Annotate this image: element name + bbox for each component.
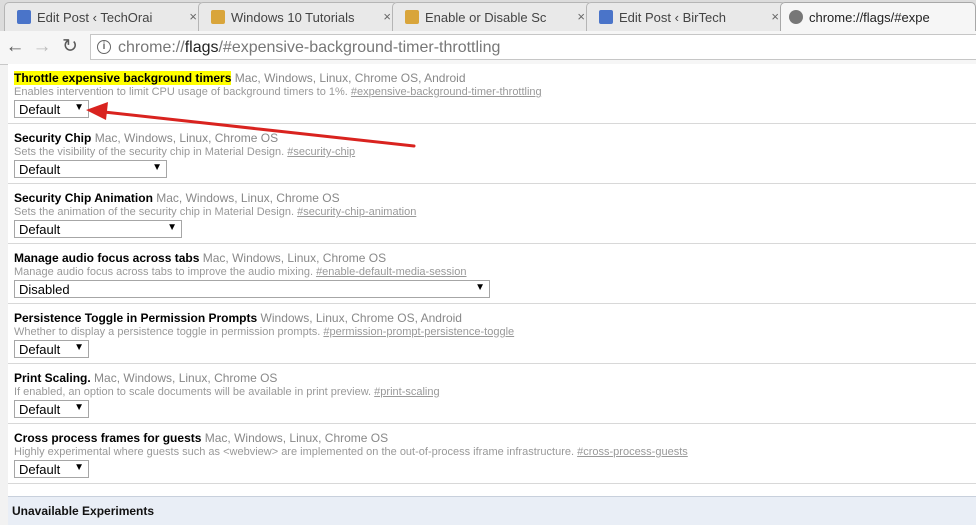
back-arrow-icon[interactable]: ← bbox=[3, 35, 27, 59]
experiment-platforms: Windows, Linux, Chrome OS, Android bbox=[260, 311, 462, 325]
experiment-description: Manage audio focus across tabs to improv… bbox=[14, 266, 313, 278]
select-value: Default bbox=[19, 162, 61, 177]
experiment-permalink[interactable]: #permission-prompt-persistence-toggle bbox=[323, 326, 514, 338]
chevron-down-icon: ▼ bbox=[74, 402, 84, 413]
experiment-name: Throttle expensive background timers bbox=[14, 71, 232, 85]
experiment-permalink[interactable]: #security-chip bbox=[287, 146, 355, 158]
experiment-item: Print Scaling. Mac, Windows, Linux, Chro… bbox=[8, 364, 976, 424]
address-bar[interactable]: i chrome://flags/#expensive-background-t… bbox=[90, 34, 976, 60]
tab-strip: Edit Post ‹ TechOrai × Windows 10 Tutori… bbox=[0, 0, 976, 31]
experiment-name: Cross process frames for guests bbox=[14, 431, 202, 445]
experiment-item: Cross process frames for guests Mac, Win… bbox=[8, 424, 976, 484]
browser-toolbar: ← → ↻ i chrome://flags/#expensive-backgr… bbox=[0, 31, 976, 65]
url-scheme: chrome:// bbox=[118, 39, 185, 56]
favicon-icon bbox=[17, 10, 31, 24]
experiment-description: Enables intervention to limit CPU usage … bbox=[14, 86, 348, 98]
chevron-down-icon: ▼ bbox=[74, 102, 84, 113]
experiment-select[interactable]: Default ▼ bbox=[14, 160, 167, 178]
flags-favicon-icon bbox=[789, 10, 803, 24]
url-path: /#expensive-background-timer-throttling bbox=[218, 39, 501, 56]
tab-title: Windows 10 Tutorials bbox=[231, 10, 355, 25]
tab-title: chrome://flags/#expe bbox=[809, 10, 930, 25]
experiment-description: Whether to display a persistence toggle … bbox=[14, 326, 321, 338]
url-text: chrome://flags/#expensive-background-tim… bbox=[118, 39, 500, 57]
unavailable-experiments-header: Unavailable Experiments bbox=[8, 496, 976, 525]
favicon-icon bbox=[405, 10, 419, 24]
experiment-select[interactable]: Disabled ▼ bbox=[14, 280, 490, 298]
browser-tab[interactable]: Windows 10 Tutorials × bbox=[198, 2, 398, 31]
chevron-down-icon: ▼ bbox=[152, 162, 162, 173]
select-value: Default bbox=[19, 402, 61, 417]
experiment-select[interactable]: Default ▼ bbox=[14, 340, 89, 358]
experiment-description: If enabled, an option to scale documents… bbox=[14, 386, 372, 398]
info-icon[interactable]: i bbox=[97, 40, 111, 54]
experiment-name: Persistence Toggle in Permission Prompts bbox=[14, 311, 258, 325]
select-value: Default bbox=[19, 342, 61, 357]
tab-title: Enable or Disable Sc bbox=[425, 10, 547, 25]
chevron-down-icon: ▼ bbox=[167, 222, 177, 233]
chevron-down-icon: ▼ bbox=[74, 462, 84, 473]
experiment-name: Security Chip Animation bbox=[14, 191, 153, 205]
favicon-icon bbox=[211, 10, 225, 24]
experiment-permalink[interactable]: #enable-default-media-session bbox=[316, 266, 466, 278]
chevron-down-icon: ▼ bbox=[475, 282, 485, 293]
experiment-select[interactable]: Default ▼ bbox=[14, 460, 89, 478]
flags-page: Throttle expensive background timers Mac… bbox=[8, 64, 976, 525]
experiment-description: Highly experimental where guests such as… bbox=[14, 446, 575, 458]
experiment-permalink[interactable]: #print-scaling bbox=[374, 386, 439, 398]
close-tab-icon[interactable]: × bbox=[189, 9, 197, 24]
forward-arrow-icon[interactable]: → bbox=[30, 35, 54, 59]
experiment-item: Security Chip Mac, Windows, Linux, Chrom… bbox=[8, 124, 976, 184]
section-heading: Unavailable Experiments bbox=[12, 504, 155, 518]
experiment-platforms: Mac, Windows, Linux, Chrome OS bbox=[94, 131, 279, 145]
experiment-permalink[interactable]: #cross-process-guests bbox=[577, 446, 688, 458]
experiment-item: Security Chip Animation Mac, Windows, Li… bbox=[8, 184, 976, 244]
experiment-permalink[interactable]: #expensive-background-timer-throttling bbox=[351, 86, 542, 98]
experiment-item: Throttle expensive background timers Mac… bbox=[8, 64, 976, 124]
experiment-platforms: Mac, Windows, Linux, Chrome OS bbox=[156, 191, 340, 205]
experiment-select[interactable]: Default ▼ bbox=[14, 100, 89, 118]
select-value: Disabled bbox=[19, 282, 70, 297]
experiment-description: Sets the animation of the security chip … bbox=[14, 206, 295, 218]
browser-tab-active[interactable]: chrome://flags/#expe bbox=[780, 2, 976, 31]
experiment-name: Manage audio focus across tabs bbox=[14, 251, 200, 265]
experiment-select[interactable]: Default ▼ bbox=[14, 400, 89, 418]
reload-icon[interactable]: ↻ bbox=[58, 35, 82, 59]
select-value: Default bbox=[19, 222, 61, 237]
url-host: flags bbox=[184, 39, 219, 56]
experiment-permalink[interactable]: #security-chip-animation bbox=[297, 206, 416, 218]
experiment-platforms: Mac, Windows, Linux, Chrome OS bbox=[94, 371, 278, 385]
experiment-name: Security Chip bbox=[14, 131, 92, 145]
chevron-down-icon: ▼ bbox=[74, 342, 84, 353]
close-tab-icon[interactable]: × bbox=[577, 9, 585, 24]
tab-title: Edit Post ‹ BirTech bbox=[619, 10, 726, 25]
tab-title: Edit Post ‹ TechOrai bbox=[37, 10, 153, 25]
experiment-platforms: Mac, Windows, Linux, Chrome OS bbox=[202, 251, 387, 265]
select-value: Default bbox=[19, 102, 61, 117]
experiment-item: Manage audio focus across tabs Mac, Wind… bbox=[8, 244, 976, 304]
browser-tab[interactable]: Edit Post ‹ BirTech × bbox=[586, 2, 786, 31]
browser-tab[interactable]: Enable or Disable Sc × bbox=[392, 2, 592, 31]
experiment-platforms: Mac, Windows, Linux, Chrome OS bbox=[204, 431, 389, 445]
close-tab-icon[interactable]: × bbox=[383, 9, 391, 24]
favicon-icon bbox=[599, 10, 613, 24]
experiment-item: Persistence Toggle in Permission Prompts… bbox=[8, 304, 976, 364]
experiment-name: Print Scaling. bbox=[14, 371, 91, 385]
browser-tab[interactable]: Edit Post ‹ TechOrai × bbox=[4, 2, 204, 31]
experiment-platforms: Mac, Windows, Linux, Chrome OS, Android bbox=[234, 71, 466, 85]
select-value: Default bbox=[19, 462, 61, 477]
experiment-description: Sets the visibility of the security chip… bbox=[14, 146, 285, 158]
experiment-select[interactable]: Default ▼ bbox=[14, 220, 182, 238]
close-tab-icon[interactable]: × bbox=[771, 9, 779, 24]
